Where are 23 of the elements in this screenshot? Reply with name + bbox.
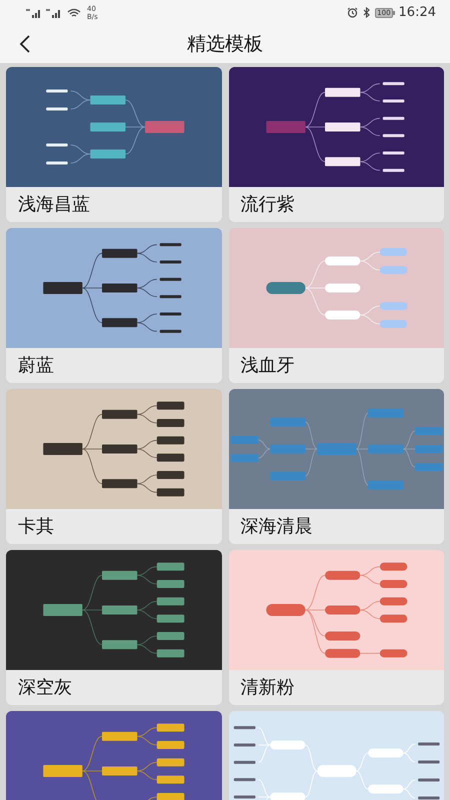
template-card[interactable]: 清新粉 (228, 550, 444, 705)
wifi-icon (67, 8, 81, 18)
template-name: 流行紫 (240, 193, 296, 217)
page-title: 精选模板 (186, 32, 264, 57)
template-name: 卡其 (17, 515, 55, 539)
template-card[interactable]: 流行紫 (228, 67, 444, 222)
clock-time: 16:24 (398, 5, 436, 20)
template-name: 蔚蓝 (17, 354, 55, 378)
template-name: 浅血牙 (240, 354, 296, 378)
template-card[interactable]: 浅海昌蓝 (6, 67, 222, 222)
template-name: 深海清晨 (240, 515, 314, 539)
template-card[interactable]: 蔚蓝 (6, 228, 222, 383)
cellular-signal-icon (26, 8, 42, 18)
template-card[interactable]: 深空灰 (6, 550, 222, 705)
template-name: 深空灰 (17, 676, 73, 700)
alarm-clock-icon (347, 7, 358, 18)
template-card[interactable]: 深海清晨 (228, 389, 444, 544)
bluetooth-icon (363, 7, 372, 18)
template-name: 清新粉 (240, 676, 296, 700)
template-card[interactable]: 浅血牙 (228, 228, 444, 383)
template-card[interactable]: 卡其 (6, 389, 222, 544)
template-name: 浅海昌蓝 (17, 193, 91, 217)
cellular-signal-icon (46, 8, 62, 18)
